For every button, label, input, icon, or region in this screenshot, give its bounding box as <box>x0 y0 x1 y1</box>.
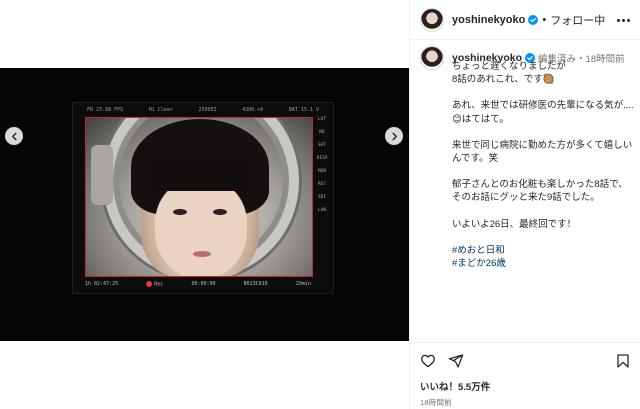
hashtag-link[interactable]: #まどか26歳 <box>452 257 634 270</box>
monitor-picture <box>85 117 313 277</box>
post-timestamp[interactable]: 18時間前 <box>420 397 631 408</box>
monitor-timecode: 00:00:00 <box>191 281 216 287</box>
monitor-iso: 2500EI <box>198 107 217 113</box>
side-label: REC <box>317 182 327 187</box>
heart-icon <box>421 354 435 368</box>
header-separator: • <box>542 13 547 26</box>
right-eye <box>213 209 227 215</box>
following-button[interactable]: フォロー中 <box>550 12 605 28</box>
next-slide-button[interactable] <box>385 127 403 145</box>
monitor-battery: BAT 15.1 V <box>288 107 319 113</box>
action-icons-row <box>420 351 631 371</box>
video-monitor-photo: FR 23.98 FPS Hi Clear 2500EI 4300 +0 BAT… <box>0 68 409 341</box>
actress-bangs <box>151 157 249 191</box>
monitor-timecode-left: 1h 02:47:25 <box>85 281 119 287</box>
side-label: SHT <box>317 143 327 148</box>
rec-dot-icon <box>146 280 153 287</box>
post-caption: yoshinekyoko 編集済み・18時間前 ちょっと遅くなりましたが 8話の… <box>420 46 634 270</box>
caption-paragraph: あれ、来世では研修医の先輩になる気が....😊はてはて。 <box>452 100 634 125</box>
caption-body: ちょっと遅くなりましたが 8話のあれこれ、です🥘 あれ、来世では研修医の先輩にな… <box>452 60 634 270</box>
monitor-wb: 4300 +0 <box>242 107 264 113</box>
post-details-panel: yoshinekyoko • フォロー中 yoshinekyoko 編集済み・1… <box>409 0 640 409</box>
monitor-mode: Hi Clear <box>148 107 173 113</box>
monitor-bottom-bar: 1h 02:47:25 Rec 00:00:00 B023C016 29min <box>85 277 311 291</box>
camera-monitor: FR 23.98 FPS Hi Clear 2500EI 4300 +0 BAT… <box>72 102 334 294</box>
bookmark-icon <box>617 354 629 368</box>
side-label: DISP <box>316 156 328 161</box>
left-eye <box>173 209 187 215</box>
caption-paragraph: 来世で同じ病院に勤めた方が多くて嬉しいんです。笑 <box>452 139 633 165</box>
more-dot-icon <box>621 18 625 22</box>
monitor-clip-name: B023C016 <box>243 281 268 287</box>
like-count[interactable]: いいね！5.5万件 <box>420 379 631 393</box>
caption-paragraph: 郁子さんとのお化粧も楽しかった8話で、そのお話にグッと来た9話でした。 <box>452 179 628 204</box>
share-button[interactable] <box>448 351 468 371</box>
post-media: FR 23.98 FPS Hi Clear 2500EI 4300 +0 BAT… <box>0 0 409 409</box>
side-label: LUT <box>317 117 327 122</box>
porthole-hinge <box>91 145 113 205</box>
more-dot-icon <box>626 18 630 22</box>
previous-slide-button[interactable] <box>5 127 23 145</box>
verified-badge-icon <box>528 14 539 25</box>
actress-face <box>155 179 247 277</box>
more-options-button[interactable] <box>615 13 631 27</box>
side-label: ND <box>319 130 325 135</box>
avatar[interactable] <box>420 7 444 32</box>
chevron-right-icon <box>391 132 397 140</box>
monitor-side-panel: LUT ND SHT DISP MON REC SDI LAN <box>313 117 331 213</box>
chevron-left-icon <box>11 132 17 140</box>
post-header: yoshinekyoko • フォロー中 <box>410 0 640 40</box>
save-button[interactable] <box>611 351 631 371</box>
caption-avatar[interactable] <box>420 46 444 70</box>
monitor-rec-label: Rec <box>154 281 164 288</box>
monitor-rec-status: Rec <box>146 280 164 288</box>
lips <box>193 251 211 257</box>
side-label: MON <box>317 169 327 174</box>
monitor-remaining: 29min <box>295 281 311 287</box>
monitor-fps: FR 23.98 FPS <box>87 107 124 113</box>
side-label: LAN <box>317 208 327 213</box>
monitor-top-bar: FR 23.98 FPS Hi Clear 2500EI 4300 +0 BAT… <box>73 105 333 115</box>
side-label: SDI <box>317 195 327 200</box>
post-actions: いいね！5.5万件 18時間前 <box>410 342 640 408</box>
like-button[interactable] <box>420 351 440 371</box>
caption-paragraph: いよいよ26日、最終回です！ <box>452 218 577 230</box>
more-dot-icon <box>616 18 620 22</box>
paper-plane-icon <box>448 354 464 368</box>
hashtag-link[interactable]: #めおと日和 <box>452 244 634 257</box>
post-username[interactable]: yoshinekyoko <box>452 14 525 26</box>
